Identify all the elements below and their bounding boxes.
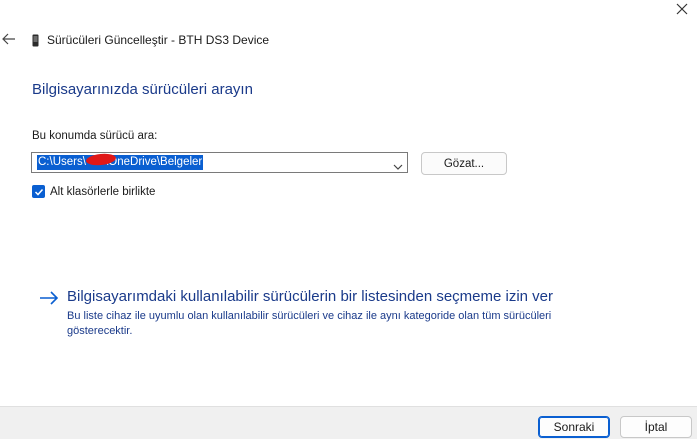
right-arrow-icon[interactable] — [38, 290, 60, 306]
pick-from-list-description: Bu liste cihaz ile uyumlu olan kullanıla… — [67, 310, 552, 337]
device-icon — [32, 34, 39, 47]
search-path-value[interactable]: C:\Users\ \OneDrive\Belgeler — [37, 155, 204, 170]
checkmark-icon — [34, 188, 43, 196]
search-location-label: Bu konumda sürücü ara: — [32, 130, 158, 142]
back-arrow-icon[interactable] — [2, 32, 16, 46]
pick-from-list-link[interactable]: Bilgisayarımdaki kullanılabilir sürücüle… — [67, 288, 553, 305]
window-title: Sürücüleri Güncelleştir - BTH DS3 Device — [47, 33, 270, 47]
include-subfolders-checkbox[interactable] — [32, 185, 45, 198]
chevron-down-icon[interactable] — [393, 158, 403, 170]
next-button[interactable]: Sonraki — [538, 416, 610, 438]
dialog-footer: Sonraki İptal — [0, 406, 697, 439]
include-subfolders-row[interactable]: Alt klasörlerle birlikte — [32, 185, 155, 198]
window-title-bar: Sürücüleri Güncelleştir - BTH DS3 Device — [32, 33, 269, 47]
include-subfolders-label: Alt klasörlerle birlikte — [50, 185, 156, 198]
close-icon[interactable] — [675, 2, 691, 18]
page-heading: Bilgisayarınızda sürücüleri arayın — [32, 81, 253, 98]
browse-button[interactable]: Gözat... — [421, 152, 507, 175]
cancel-button[interactable]: İptal — [620, 416, 692, 438]
